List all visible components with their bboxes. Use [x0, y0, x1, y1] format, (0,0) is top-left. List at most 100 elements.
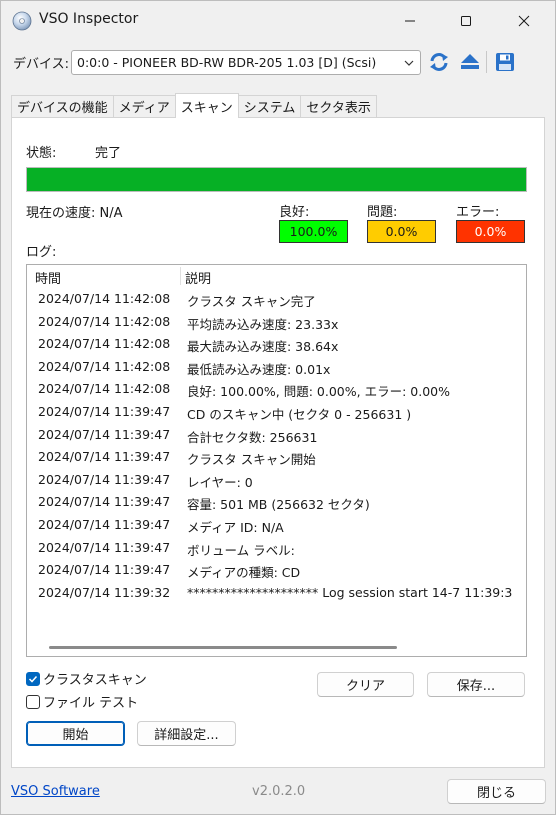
minimize-icon [405, 20, 415, 22]
file-test-label: ファイル テスト [43, 696, 139, 711]
save-disk-icon[interactable] [494, 51, 516, 73]
log-row[interactable]: 2024/07/14 11:39:47 レイヤー: 0 [27, 469, 526, 492]
log-description: 合計セクタ数: 256631 [187, 429, 318, 445]
log-header-time[interactable]: 時間 [35, 268, 61, 287]
log-row[interactable]: 2024/07/14 11:42:08 良好: 100.00%, 問題: 0.00… [27, 378, 526, 401]
log-header-description[interactable]: 説明 [185, 268, 211, 287]
status-label: 状態: [26, 146, 57, 161]
version-label: v2.0.2.0 [252, 784, 306, 799]
log-row[interactable]: 2024/07/14 11:42:08 平均読み込み速度: 23.33x [27, 311, 526, 334]
title-bar: VSO Inspector [1, 1, 555, 41]
error-percent-box: 0.0% [456, 220, 525, 243]
log-time: 2024/07/14 11:39:47 [38, 539, 171, 555]
error-label: エラー: [456, 205, 500, 220]
log-description: 最大読み込み速度: 38.64x [187, 339, 339, 355]
scrollbar-thumb[interactable] [49, 646, 397, 649]
log-list[interactable]: 時間 説明 2024/07/14 11:42:08 クラスタ スキャン完了 2024… [26, 264, 527, 657]
tab-device-features[interactable]: デバイスの機能 [11, 95, 114, 117]
checkmark-icon [28, 675, 38, 683]
log-description: 最低読み込み速度: 0.01x [187, 361, 331, 377]
cluster-scan-checkbox-row[interactable]: クラスタスキャン [26, 669, 147, 688]
close-window-button[interactable] [501, 1, 547, 41]
vso-software-link[interactable]: VSO Software [11, 784, 100, 799]
advanced-settings-button[interactable]: 詳細設定... [137, 721, 236, 746]
log-time: 2024/07/14 11:42:08 [38, 336, 171, 352]
close-icon [518, 15, 530, 27]
start-button[interactable]: 開始 [26, 721, 125, 746]
device-selected-value: 0:0:0 - PIONEER BD-RW BDR-205 1.03 [D] (… [77, 55, 377, 70]
status-value: 完了 [95, 146, 122, 161]
log-row[interactable]: 2024/07/14 11:39:47 容量: 501 MB (256632 セク… [27, 491, 526, 514]
eject-icon[interactable] [459, 51, 481, 73]
log-row[interactable]: 2024/07/14 11:39:47 クラスタ スキャン開始 [27, 446, 526, 469]
log-header: 時間 説明 [27, 265, 526, 287]
log-time: 2024/07/14 11:39:47 [38, 449, 171, 465]
log-time: 2024/07/14 11:42:08 [38, 358, 171, 374]
log-row[interactable]: 2024/07/14 11:39:47 合計セクタ数: 256631 [27, 424, 526, 447]
toolbar-divider [486, 51, 487, 73]
log-time: 2024/07/14 11:39:32 [38, 584, 171, 600]
log-row[interactable]: 2024/07/14 11:42:08 最大読み込み速度: 38.64x [27, 333, 526, 356]
tab-sector-view[interactable]: セクタ表示 [300, 95, 377, 117]
cluster-scan-label: クラスタスキャン [43, 673, 147, 688]
good-percent-box: 100.0% [279, 220, 348, 243]
log-time: 2024/07/14 11:39:47 [38, 471, 171, 487]
log-row[interactable]: 2024/07/14 11:39:32 *********************… [27, 582, 526, 605]
log-row[interactable]: 2024/07/14 11:39:47 ボリューム ラベル: [27, 537, 526, 560]
log-description: 良好: 100.00%, 問題: 0.00%, エラー: 0.00% [187, 384, 450, 400]
tab-scan[interactable]: スキャン [174, 93, 239, 118]
log-description: 平均読み込み速度: 23.33x [187, 316, 339, 332]
cluster-scan-checkbox[interactable] [26, 671, 40, 686]
log-description: ボリューム ラベル: [187, 542, 295, 558]
column-separator[interactable] [180, 267, 181, 285]
log-time: 2024/07/14 11:42:08 [38, 381, 171, 397]
device-label: デバイス: [13, 57, 69, 72]
log-row[interactable]: 2024/07/14 11:39:47 メディアの種類: CD [27, 559, 526, 582]
minimize-button[interactable] [387, 1, 433, 41]
log-time: 2024/07/14 11:39:47 [38, 403, 171, 419]
window-title: VSO Inspector [39, 11, 139, 27]
log-description: CD のスキャン中 (セクタ 0 - 256631 ) [187, 406, 412, 422]
problem-label: 問題: [367, 205, 398, 220]
chevron-down-icon [404, 60, 414, 66]
log-description: レイヤー: 0 [187, 474, 253, 490]
log-time: 2024/07/14 11:39:47 [38, 562, 171, 578]
disc-app-icon [12, 11, 32, 31]
log-row[interactable]: 2024/07/14 11:42:08 最低読み込み速度: 0.01x [27, 356, 526, 379]
problem-percent-box: 0.0% [367, 220, 436, 243]
log-time: 2024/07/14 11:42:08 [38, 313, 171, 329]
log-description: メディア ID: N/A [187, 519, 284, 535]
log-time: 2024/07/14 11:39:47 [38, 494, 171, 510]
tab-media[interactable]: メディア [112, 95, 176, 117]
tab-bar: デバイスの機能 メディア スキャン システム セクタ表示 [11, 93, 377, 118]
log-row[interactable]: 2024/07/14 11:39:47 CD のスキャン中 (セクタ 0 - 25… [27, 401, 526, 424]
app-window: VSO Inspector デバイス: 0:0:0 - PIONEER BD-R… [0, 0, 556, 815]
maximize-button[interactable] [443, 1, 489, 41]
file-test-checkbox[interactable] [26, 694, 40, 709]
scan-progress-bar [26, 167, 527, 192]
log-label: ログ: [26, 245, 57, 260]
log-row[interactable]: 2024/07/14 11:42:08 クラスタ スキャン完了 [27, 288, 526, 311]
log-description: ********************* Log session start … [187, 584, 513, 600]
refresh-icon[interactable] [428, 51, 450, 73]
progress-fill [27, 168, 526, 191]
log-time: 2024/07/14 11:39:47 [38, 426, 171, 442]
good-label: 良好: [279, 205, 310, 220]
current-speed-label: 現在の速度: N/A [26, 206, 123, 221]
log-rows: 2024/07/14 11:42:08 クラスタ スキャン完了 2024/07/14… [27, 288, 526, 604]
save-log-button[interactable]: 保存... [427, 672, 525, 697]
log-description: クラスタ スキャン開始 [187, 452, 316, 468]
device-dropdown[interactable]: 0:0:0 - PIONEER BD-RW BDR-205 1.03 [D] (… [71, 50, 421, 75]
file-test-checkbox-row[interactable]: ファイル テスト [26, 692, 138, 711]
log-time: 2024/07/14 11:42:08 [38, 291, 171, 306]
log-description: メディアの種類: CD [187, 565, 301, 581]
log-description: クラスタ スキャン完了 [187, 294, 316, 309]
close-button[interactable]: 閉じる [447, 779, 546, 804]
tab-system[interactable]: システム [237, 95, 302, 117]
maximize-icon [461, 16, 471, 26]
clear-button[interactable]: クリア [317, 672, 414, 697]
log-description: 容量: 501 MB (256632 セクタ) [187, 497, 370, 513]
log-time: 2024/07/14 11:39:47 [38, 516, 171, 532]
log-row[interactable]: 2024/07/14 11:39:47 メディア ID: N/A [27, 514, 526, 537]
horizontal-scrollbar[interactable] [27, 639, 526, 656]
